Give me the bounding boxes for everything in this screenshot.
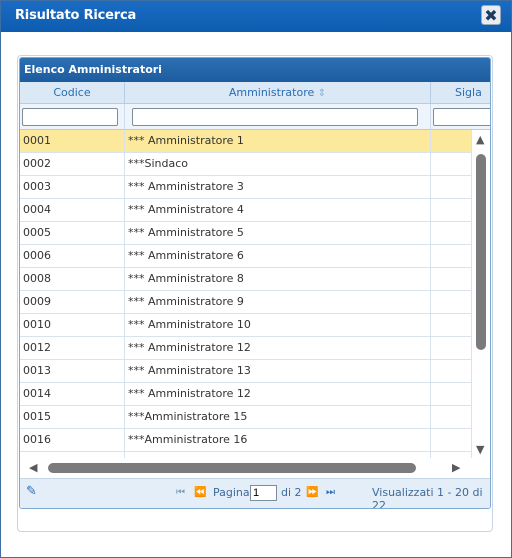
table-row[interactable]: 0012 *** Amministratore 12 xyxy=(20,337,472,360)
table-row[interactable]: 0014 *** Amministratore 12 xyxy=(20,383,472,406)
scroll-up-icon[interactable]: ▲ xyxy=(476,134,484,145)
table-row[interactable]: 0009 *** Amministratore 9 xyxy=(20,291,472,314)
cell-codice: 0015 xyxy=(20,406,125,429)
vertical-scroll-thumb[interactable] xyxy=(476,154,486,350)
cell-amministratore: *** Amministratore 4 xyxy=(125,199,431,222)
table-row[interactable]: 0001 *** Amministratore 1 xyxy=(20,130,472,153)
cell-sigla xyxy=(431,153,472,176)
cell-codice: 0012 xyxy=(20,337,125,360)
pager-bar: ✎ ⏮ ⏪ Pagina di 2 ⏩ ⏭ Visualizzati 1 - 2… xyxy=(20,478,490,509)
page-label: Pagina xyxy=(213,486,250,499)
cell-amministratore: *** Amministratore 12 xyxy=(125,337,431,360)
cell-codice: 0001 xyxy=(20,130,125,153)
cell-amministratore: ***Amministratore 16 xyxy=(125,429,431,452)
prev-page-icon[interactable]: ⏪ xyxy=(194,487,206,498)
cell-amministratore: *** Amministratore 13 xyxy=(125,360,431,383)
table-row[interactable]: 0004 *** Amministratore 4 xyxy=(20,199,472,222)
column-header-label: Amministratore xyxy=(228,86,315,99)
cell-codice: 0006 xyxy=(20,245,125,268)
cell-codice: 0013 xyxy=(20,360,125,383)
filter-input-sigla[interactable] xyxy=(433,108,490,126)
cell-sigla xyxy=(431,176,472,199)
column-header-label: Sigla xyxy=(455,86,482,99)
close-button[interactable]: ✖ xyxy=(481,5,501,25)
first-page-icon[interactable]: ⏮ xyxy=(176,487,185,498)
last-page-icon[interactable]: ⏭ xyxy=(326,487,335,498)
search-result-dialog: Risultato Ricerca ✖ Elenco Amministrator… xyxy=(0,0,512,558)
cell-amministratore: *** Amministratore 6 xyxy=(125,245,431,268)
records-summary: Visualizzati 1 - 20 di 22 xyxy=(372,486,483,509)
cell-codice: 0014 xyxy=(20,383,125,406)
cell-sigla xyxy=(431,130,472,153)
cell-codice: 0004 xyxy=(20,199,125,222)
column-header-codice[interactable]: Codice xyxy=(20,82,125,104)
table-row[interactable]: 0005 *** Amministratore 5 xyxy=(20,222,472,245)
table-row[interactable]: 0013 *** Amministratore 13 xyxy=(20,360,472,383)
page-count: di 2 xyxy=(281,486,302,499)
cell-sigla xyxy=(431,383,472,406)
column-header-sigla[interactable]: Sigla xyxy=(431,82,490,104)
cell-codice: 0008 xyxy=(20,268,125,291)
cell-codice: 0003 xyxy=(20,176,125,199)
cell-codice: 0005 xyxy=(20,222,125,245)
table-row[interactable]: 0003 *** Amministratore 3 xyxy=(20,176,472,199)
table-row[interactable]: 0006 *** Amministratore 6 xyxy=(20,245,472,268)
cell-sigla xyxy=(431,429,472,452)
horizontal-scroll-thumb[interactable] xyxy=(48,463,416,473)
cell-amministratore: *** Amministratore 1 xyxy=(125,130,431,153)
cell-sigla xyxy=(431,314,472,337)
cell-codice: 0009 xyxy=(20,291,125,314)
table-row[interactable]: 0010 *** Amministratore 10 xyxy=(20,314,472,337)
scroll-right-icon[interactable]: ▶ xyxy=(452,462,460,473)
dialog-titlebar[interactable]: Risultato Ricerca ✖ xyxy=(1,1,511,32)
cell-amministratore: ***Amministratore 15 xyxy=(125,406,431,429)
cell-sigla xyxy=(431,337,472,360)
page-number-input[interactable] xyxy=(250,485,277,501)
next-page-icon[interactable]: ⏩ xyxy=(306,487,318,498)
cell-codice: 0016 xyxy=(20,429,125,452)
cell-sigla xyxy=(431,222,472,245)
cell-sigla xyxy=(431,199,472,222)
sort-icon[interactable]: ⇕ xyxy=(318,88,326,99)
cell-amministratore: *** Amministratore 12 xyxy=(125,383,431,406)
horizontal-scrollbar[interactable]: ◀ ▶ xyxy=(20,458,490,476)
filter-cell-amministratore xyxy=(125,104,431,130)
cell-sigla xyxy=(431,406,472,429)
table-row[interactable]: 0002 ***Sindaco xyxy=(20,153,472,176)
table-row[interactable]: 0015 ***Amministratore 15 xyxy=(20,406,472,429)
grid-caption: Elenco Amministratori xyxy=(20,58,490,82)
filter-input-amministratore[interactable] xyxy=(132,108,418,126)
cell-amministratore: *** Amministratore 8 xyxy=(125,268,431,291)
cell-amministratore: *** Amministratore 3 xyxy=(125,176,431,199)
edit-icon[interactable]: ✎ xyxy=(26,484,37,499)
table-row[interactable]: 0016 ***Amministratore 16 xyxy=(20,429,472,452)
cell-amministratore: *** Amministratore 10 xyxy=(125,314,431,337)
cell-sigla xyxy=(431,245,472,268)
scroll-left-icon[interactable]: ◀ xyxy=(29,462,37,473)
cell-amministratore: *** Amministratore 5 xyxy=(125,222,431,245)
filter-input-codice[interactable] xyxy=(22,108,118,126)
cell-amministratore: ***Sindaco xyxy=(125,153,431,176)
table-row[interactable]: 0008 *** Amministratore 8 xyxy=(20,268,472,291)
column-header-label: Codice xyxy=(53,86,91,99)
cell-sigla xyxy=(431,291,472,314)
vertical-scrollbar[interactable]: ▲ ▼ xyxy=(472,130,490,458)
grid-rows: 0001 *** Amministratore 1 0002 ***Sindaco 00… xyxy=(20,130,472,458)
scroll-down-icon[interactable]: ▼ xyxy=(476,444,484,455)
column-header-amministratore[interactable]: Amministratore ⇕ xyxy=(125,82,431,104)
dialog-title: Risultato Ricerca xyxy=(15,8,137,23)
cell-amministratore: *** Amministratore 9 xyxy=(125,291,431,314)
filter-cell-sigla xyxy=(431,104,490,130)
cell-sigla xyxy=(431,360,472,383)
cell-sigla xyxy=(431,268,472,291)
administrators-grid: Elenco Amministratori Codice Amministrat… xyxy=(19,57,491,509)
cell-codice: 0010 xyxy=(20,314,125,337)
filter-cell-codice xyxy=(20,104,125,130)
cell-codice: 0002 xyxy=(20,153,125,176)
